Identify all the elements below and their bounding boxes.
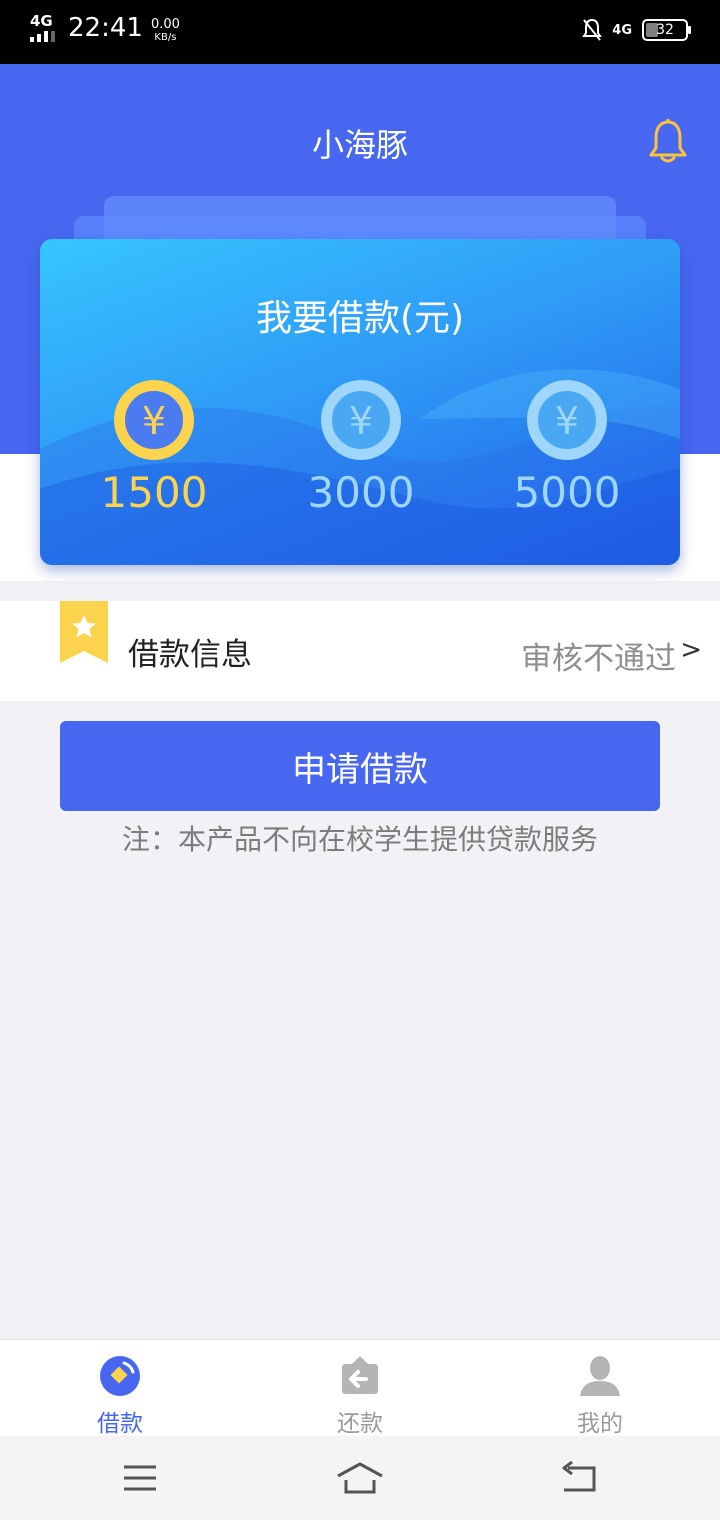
menu-icon[interactable] bbox=[116, 1458, 164, 1498]
amount-label: 3000 bbox=[307, 468, 415, 517]
student-notice: 注：本产品不向在校学生提供贷款服务 bbox=[121, 823, 598, 856]
amount-option-1500[interactable]: ¥ 1500 bbox=[74, 379, 234, 517]
amount-label: 5000 bbox=[513, 468, 621, 517]
apply-loan-button[interactable]: 申请借款 bbox=[60, 721, 660, 811]
review-status: 审核不通过 bbox=[521, 641, 676, 677]
tab-repay[interactable]: 还款 bbox=[240, 1340, 480, 1437]
status-bar: 4G 22:41 0.00 KB/s 4G 32 bbox=[0, 0, 720, 64]
bottom-tab-bar: 借款 还款 我的 bbox=[0, 1339, 720, 1437]
tab-label: 还款 bbox=[337, 1411, 383, 1437]
amount-option-3000[interactable]: ¥ 3000 bbox=[281, 379, 441, 517]
coin-symbol: ¥ bbox=[142, 399, 166, 443]
network-type-right: 4G bbox=[612, 22, 632, 38]
yuan-coin-icon: ¥ bbox=[527, 380, 607, 460]
clock: 22:41 bbox=[68, 13, 143, 43]
loan-icon bbox=[100, 1356, 140, 1396]
signal-indicator: 4G bbox=[30, 14, 60, 42]
status-left: 4G 22:41 0.00 KB/s bbox=[30, 13, 180, 46]
back-icon[interactable] bbox=[554, 1458, 602, 1498]
bell-icon[interactable] bbox=[648, 118, 688, 166]
yuan-coin-icon: ¥ bbox=[321, 380, 401, 460]
app-title: 小海豚 bbox=[311, 126, 408, 164]
coin-symbol: ¥ bbox=[555, 399, 579, 443]
loan-info-row[interactable]: 借款信息 审核不通过 > bbox=[0, 601, 720, 701]
coin-symbol: ¥ bbox=[349, 399, 373, 443]
repay-icon bbox=[342, 1356, 378, 1394]
home-icon[interactable] bbox=[336, 1458, 384, 1498]
tab-profile[interactable]: 我的 bbox=[480, 1340, 720, 1437]
profile-icon bbox=[580, 1356, 620, 1396]
battery-icon: 32 bbox=[642, 19, 691, 41]
tab-label: 我的 bbox=[577, 1411, 623, 1437]
loan-info-label: 借款信息 bbox=[128, 637, 252, 673]
amount-option-5000[interactable]: ¥ 5000 bbox=[487, 379, 647, 517]
yuan-coin-icon: ¥ bbox=[114, 380, 194, 460]
status-right: 4G 32 bbox=[582, 18, 691, 42]
network-type: 4G bbox=[30, 12, 53, 30]
signal-bars-icon bbox=[30, 30, 60, 42]
silent-bell-icon bbox=[582, 18, 603, 41]
chevron-right-icon: > bbox=[680, 635, 702, 665]
system-navigation-bar bbox=[0, 1436, 720, 1520]
star-ribbon-icon bbox=[60, 601, 108, 663]
amount-label: 1500 bbox=[100, 468, 208, 517]
network-speed: 0.00 KB/s bbox=[151, 18, 180, 44]
tab-loan[interactable]: 借款 bbox=[0, 1340, 240, 1437]
speed-value: 0.00 bbox=[150, 17, 180, 32]
tab-label: 借款 bbox=[97, 1411, 143, 1437]
loan-amount-card: 我要借款(元) ¥ 1500 ¥ 3000 ¥ 5000 bbox=[40, 239, 680, 565]
card-title: 我要借款(元) bbox=[255, 298, 465, 339]
battery-level: 32 bbox=[656, 22, 674, 38]
speed-unit: KB/s bbox=[154, 32, 177, 43]
